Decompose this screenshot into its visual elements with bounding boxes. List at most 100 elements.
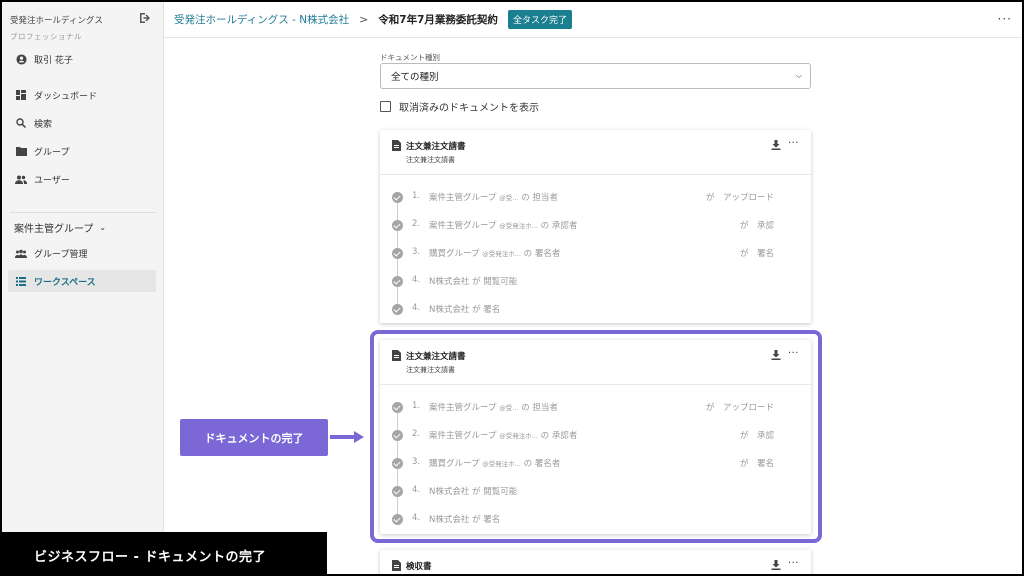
sidebar-item-groups[interactable]: グループ xyxy=(8,140,156,162)
page-title: 令和7年7月業務委託契約 xyxy=(378,14,498,26)
list-icon xyxy=(14,274,28,288)
sidebar-item-workspace[interactable]: ワークスペース xyxy=(8,270,156,292)
check-circle-icon xyxy=(392,304,403,315)
show-cancelled-toggle[interactable]: 取消済みのドキュメントを表示 xyxy=(380,99,539,114)
check-circle-icon xyxy=(392,220,403,231)
breadcrumb-separator: > xyxy=(359,13,369,26)
step-number: 3. xyxy=(412,247,421,257)
folder-icon xyxy=(14,144,28,158)
chevron-down-icon: ⌄ xyxy=(99,223,107,232)
group-name: 案件主管グループ xyxy=(14,224,94,235)
document-icon xyxy=(392,560,401,571)
highlight-box xyxy=(370,330,822,543)
step-detail: @受... xyxy=(499,194,519,202)
sidebar-item-group-management[interactable]: グループ管理 xyxy=(8,242,156,264)
sidebar-item-label: グループ管理 xyxy=(34,249,88,260)
step-role: 署名 xyxy=(483,305,501,315)
step-ga: が xyxy=(739,221,749,231)
step-group: 購買グループ xyxy=(429,249,480,259)
slide-caption: ビジネスフロー ‐ ドキュメントの完了 xyxy=(2,532,327,574)
step-group: N株式会社 xyxy=(429,277,470,287)
step-description: 案件主管グループ @受発注ホ... の 承認者 xyxy=(429,219,577,231)
account-icon xyxy=(14,52,28,66)
step-description: 購買グループ @受発注ホ... の 署名者 xyxy=(429,247,560,259)
logout-icon[interactable] xyxy=(138,11,152,25)
sidebar-item-label: グループ xyxy=(34,147,70,158)
step-action: が アップロード xyxy=(706,191,774,203)
workflow-step: 4. N株式会社 が 閲覧可能 xyxy=(392,275,792,289)
document-card[interactable]: 注文兼注文請書 注文兼注文請書 ··· 1. 案件主管グループ @受... の 担… xyxy=(380,130,811,323)
breadcrumb-workspace-link[interactable]: 受発注ホールディングス - N株式会社 xyxy=(174,12,349,27)
step-role: 署名者 xyxy=(534,249,561,259)
document-card[interactable]: 検収書 ··· xyxy=(380,550,811,574)
org-name: 受発注ホールディングス xyxy=(10,16,103,26)
sidebar-item-label: ダッシュボード xyxy=(34,91,98,102)
show-cancelled-checkbox[interactable] xyxy=(380,101,391,112)
org-plan: プロフェッショナル xyxy=(10,32,82,41)
step-action-label: アップロード xyxy=(722,193,774,203)
step-group: 案件主管グループ xyxy=(429,193,497,203)
status-badge: 全タスク完了 xyxy=(507,10,572,29)
step-particle: が xyxy=(472,305,481,315)
annotation-arrow-head xyxy=(354,431,364,443)
screenshot-frame: 受発注ホールディングス プロフェッショナル 取引 花子 ダッシュボード 検索 グ… xyxy=(0,0,1024,576)
step-action: が 署名 xyxy=(740,247,774,259)
step-role: 承認者 xyxy=(551,221,578,231)
download-icon[interactable] xyxy=(771,140,781,150)
sidebar-user-label: 取引 花子 xyxy=(34,55,73,66)
step-description: N株式会社 が 署名 xyxy=(429,303,500,315)
download-icon[interactable] xyxy=(771,560,781,570)
step-action-label: 署名 xyxy=(756,249,774,259)
document-type-value: 全ての種別 xyxy=(391,72,439,83)
document-title: 注文兼注文請書 xyxy=(406,142,466,152)
document-title: 検収書 xyxy=(406,562,432,572)
sidebar-item-dashboard[interactable]: ダッシュボード xyxy=(8,84,156,106)
main-content: ドキュメント種別 全ての種別 ⌵ 取消済みのドキュメントを表示 注文兼注文請書 … xyxy=(164,38,1022,574)
step-role: 担当者 xyxy=(532,193,558,203)
more-menu-icon[interactable]: ··· xyxy=(998,12,1012,26)
document-subtitle: 注文兼注文請書 xyxy=(406,156,455,164)
step-particle: の xyxy=(523,249,533,259)
group-selector[interactable]: 案件主管グループ ⌄ xyxy=(14,220,106,235)
more-options-icon[interactable]: ··· xyxy=(788,558,799,569)
step-particle: の xyxy=(540,221,550,231)
group-icon xyxy=(14,246,28,260)
document-type-select[interactable]: 全ての種別 ⌵ xyxy=(380,63,811,89)
annotation-arrow xyxy=(330,435,356,439)
sidebar-item-users[interactable]: ユーザー xyxy=(8,168,156,190)
workflow-step: 3. 購買グループ @受発注ホ... の 署名者 が 署名 xyxy=(392,247,792,261)
step-group: N株式会社 xyxy=(429,305,470,315)
people-icon xyxy=(14,172,28,186)
sidebar-divider xyxy=(10,212,156,213)
workflow-step: 1. 案件主管グループ @受... の 担当者 が アップロード xyxy=(392,191,792,205)
sidebar-user[interactable]: 取引 花子 xyxy=(8,48,156,70)
top-header: 受発注ホールディングス - N株式会社 > 令和7年7月業務委託契約 全タスク完… xyxy=(164,2,1022,38)
dashboard-icon xyxy=(14,88,28,102)
app-window: 受発注ホールディングス プロフェッショナル 取引 花子 ダッシュボード 検索 グ… xyxy=(2,2,1022,574)
document-icon xyxy=(392,140,401,151)
check-circle-icon xyxy=(392,192,403,203)
show-cancelled-label: 取消済みのドキュメントを表示 xyxy=(399,103,539,114)
check-circle-icon xyxy=(392,248,403,259)
step-number: 4. xyxy=(412,275,421,285)
document-type-label: ドキュメント種別 xyxy=(380,53,440,62)
step-detail: @受発注ホ... xyxy=(499,222,538,230)
step-description: 案件主管グループ @受... の 担当者 xyxy=(429,191,558,203)
step-role: 閲覧可能 xyxy=(483,277,518,287)
step-number: 4. xyxy=(412,303,421,313)
search-icon xyxy=(14,116,28,130)
step-ga: が xyxy=(739,249,749,259)
workflow-step: 4. N株式会社 が 署名 xyxy=(392,303,792,317)
annotation-callout: ドキュメントの完了 xyxy=(180,419,328,456)
sidebar-item-label: ワークスペース xyxy=(34,277,96,288)
sidebar: 受発注ホールディングス プロフェッショナル 取引 花子 ダッシュボード 検索 グ… xyxy=(2,2,164,574)
check-circle-icon xyxy=(392,276,403,287)
step-particle: が xyxy=(472,277,481,287)
sidebar-item-label: 検索 xyxy=(34,119,53,130)
sidebar-item-search[interactable]: 検索 xyxy=(8,112,156,134)
more-options-icon[interactable]: ··· xyxy=(788,138,799,149)
step-number: 1. xyxy=(412,191,421,201)
card-divider xyxy=(380,174,811,175)
step-particle: の xyxy=(521,193,530,203)
step-description: N株式会社 が 閲覧可能 xyxy=(429,275,517,287)
